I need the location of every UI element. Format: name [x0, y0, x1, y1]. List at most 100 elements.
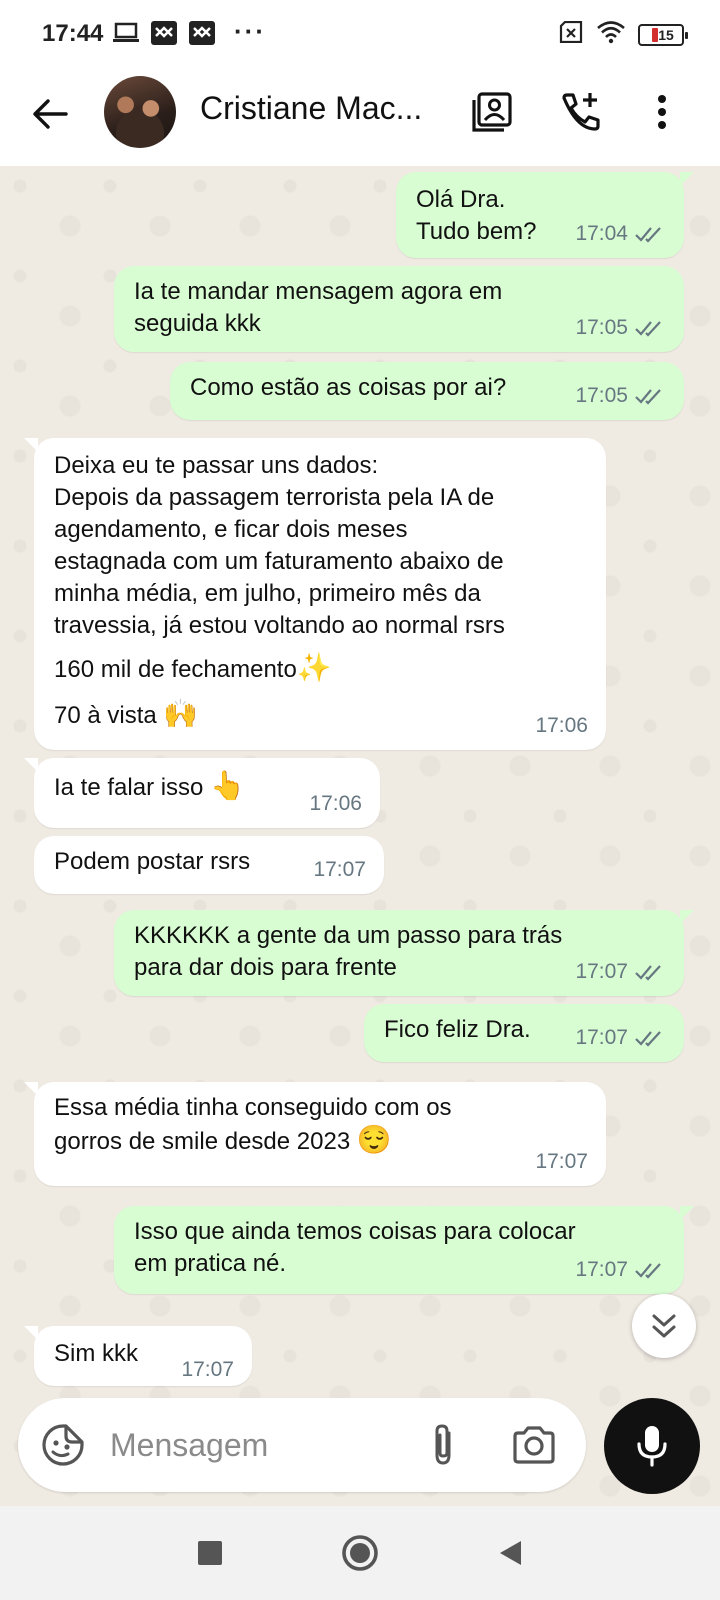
- contact-avatar[interactable]: [104, 76, 176, 148]
- contact-name[interactable]: Cristiane Mac...: [200, 90, 440, 127]
- message-time: 17:07: [181, 1358, 234, 1381]
- message-time: 17:06: [535, 714, 588, 737]
- message-text: Olá Dra. Tudo bem?: [416, 186, 537, 245]
- message-input[interactable]: [110, 1420, 400, 1470]
- camera-icon: [513, 1426, 555, 1464]
- message-bubble-outgoing[interactable]: Isso que ainda temos coisas para colocar…: [114, 1206, 694, 1294]
- attach-button[interactable]: [418, 1420, 468, 1470]
- status-icons-left: ···: [112, 16, 266, 51]
- message-bubble-outgoing[interactable]: Olá Dra. Tudo bem? 17:04: [396, 172, 694, 258]
- sticker-button[interactable]: [38, 1420, 88, 1470]
- recents-button[interactable]: [190, 1533, 230, 1573]
- message-meta: 17:05: [575, 312, 666, 344]
- sticker-icon: [42, 1424, 84, 1466]
- message-meta: 17:07: [575, 956, 666, 988]
- app-notification-icon: [188, 20, 216, 51]
- message-text: Ia te falar isso: [54, 774, 204, 801]
- message-time: 17:07: [575, 1026, 628, 1049]
- message-text-line: 160 mil de fechamento✨: [54, 652, 332, 686]
- laptop-icon: [112, 22, 140, 49]
- message-meta: 17:07: [575, 1022, 666, 1054]
- read-ticks-icon: [635, 321, 661, 337]
- message-text-line: Ia te falar isso 👆: [54, 770, 245, 804]
- message-time: 17:06: [309, 792, 362, 815]
- camera-button[interactable]: [506, 1420, 562, 1470]
- message-meta: 17:06: [309, 788, 362, 820]
- message-text: Podem postar rsrs: [54, 848, 251, 875]
- read-ticks-icon: [635, 227, 661, 243]
- more-vertical-icon: [658, 95, 666, 129]
- voice-message-button[interactable]: [604, 1398, 700, 1494]
- message-bubble-incoming[interactable]: Deixa eu te passar uns dados: Depois da …: [24, 438, 606, 750]
- status-time: 17:44: [42, 20, 104, 47]
- battery-level: 15: [658, 26, 674, 43]
- double-chevron-down-icon: [652, 1314, 676, 1338]
- contact-card-button[interactable]: [466, 86, 518, 138]
- add-call-button[interactable]: [554, 86, 606, 138]
- more-notifications-icon: ···: [234, 16, 266, 46]
- pointing-up-icon: 👆: [210, 770, 245, 801]
- raising-hands-icon: 🙌: [163, 698, 199, 729]
- home-circle-icon: [342, 1535, 378, 1571]
- message-text-block: Essa média tinha conseguido com os gorro…: [54, 1092, 524, 1158]
- message-meta: 17:07: [313, 854, 366, 886]
- message-meta: 17:06: [535, 710, 588, 742]
- read-ticks-icon: [635, 1263, 661, 1279]
- system-nav-bar: [0, 1506, 720, 1600]
- back-button[interactable]: [26, 90, 74, 138]
- chat-header: Cristiane Mac...: [0, 68, 720, 168]
- message-bubble-outgoing[interactable]: Como estão as coisas por ai? 17:05: [170, 362, 684, 420]
- read-ticks-icon: [635, 389, 661, 405]
- read-ticks-icon: [635, 1031, 661, 1047]
- message-time: 17:07: [313, 858, 366, 881]
- message-time: 17:07: [575, 1258, 628, 1281]
- app-notification-icon: [150, 20, 178, 51]
- message-meta: 17:05: [575, 380, 666, 412]
- contact-card-icon: [472, 92, 512, 132]
- relieved-face-icon: 😌: [356, 1124, 392, 1155]
- message-text-line: 70 à vista 🙌: [54, 698, 198, 732]
- message-composer: [18, 1398, 586, 1492]
- status-icons-right: 15: [558, 20, 688, 49]
- scroll-to-bottom-button[interactable]: [632, 1294, 696, 1358]
- message-text: Fico feliz Dra.: [384, 1016, 531, 1043]
- chat-area[interactable]: Olá Dra. Tudo bem? 17:04 Ia te mandar me…: [0, 166, 720, 1506]
- back-triangle-icon: [500, 1541, 521, 1565]
- home-button[interactable]: [340, 1533, 380, 1573]
- message-bubble-incoming[interactable]: Sim kkk 17:07: [24, 1326, 252, 1386]
- message-meta: 17:04: [575, 218, 666, 250]
- add-call-icon: [562, 93, 600, 131]
- message-text: Como estão as coisas por ai?: [190, 374, 507, 401]
- message-bubble-outgoing[interactable]: KKKKKK a gente da um passo para trás par…: [114, 910, 694, 996]
- message-text: 70 à vista: [54, 702, 157, 729]
- message-text: Sim kkk: [54, 1340, 138, 1367]
- message-bubble-incoming[interactable]: Ia te falar isso 👆 17:06: [24, 758, 380, 828]
- message-text: Essa média tinha conseguido com os gorro…: [54, 1094, 452, 1155]
- recents-square-icon: [198, 1541, 222, 1565]
- sparkles-icon: ✨: [296, 652, 332, 683]
- no-sim-icon: [558, 20, 584, 48]
- message-time: 17:05: [575, 316, 628, 339]
- message-bubble-outgoing[interactable]: Ia te mandar mensagem agora em seguida k…: [114, 266, 684, 352]
- read-ticks-icon: [635, 965, 661, 981]
- back-arrow-icon: [33, 99, 68, 129]
- mic-icon: [637, 1426, 667, 1467]
- message-bubble-incoming[interactable]: Podem postar rsrs 17:07: [34, 836, 384, 894]
- message-bubble-incoming[interactable]: Essa média tinha conseguido com os gorro…: [24, 1082, 606, 1186]
- message-bubble-outgoing[interactable]: Fico feliz Dra. 17:07: [364, 1004, 684, 1062]
- message-time: 17:05: [575, 384, 628, 407]
- message-time: 17:07: [535, 1150, 588, 1173]
- status-bar: 17:44 ··· 15: [0, 0, 720, 68]
- battery-icon: 15: [638, 23, 688, 46]
- message-text: Ia te mandar mensagem agora em seguida k…: [134, 278, 503, 337]
- back-nav-button[interactable]: [490, 1533, 530, 1573]
- paperclip-icon: [435, 1424, 451, 1465]
- message-meta: 17:07: [575, 1254, 666, 1286]
- message-meta: 17:07: [535, 1146, 588, 1178]
- message-meta: 17:07: [181, 1354, 234, 1386]
- more-options-button[interactable]: [636, 86, 688, 138]
- message-time: 17:04: [575, 222, 628, 245]
- message-time: 17:07: [575, 960, 628, 983]
- wifi-icon: [596, 20, 626, 49]
- message-text: Deixa eu te passar uns dados: Depois da …: [54, 452, 505, 639]
